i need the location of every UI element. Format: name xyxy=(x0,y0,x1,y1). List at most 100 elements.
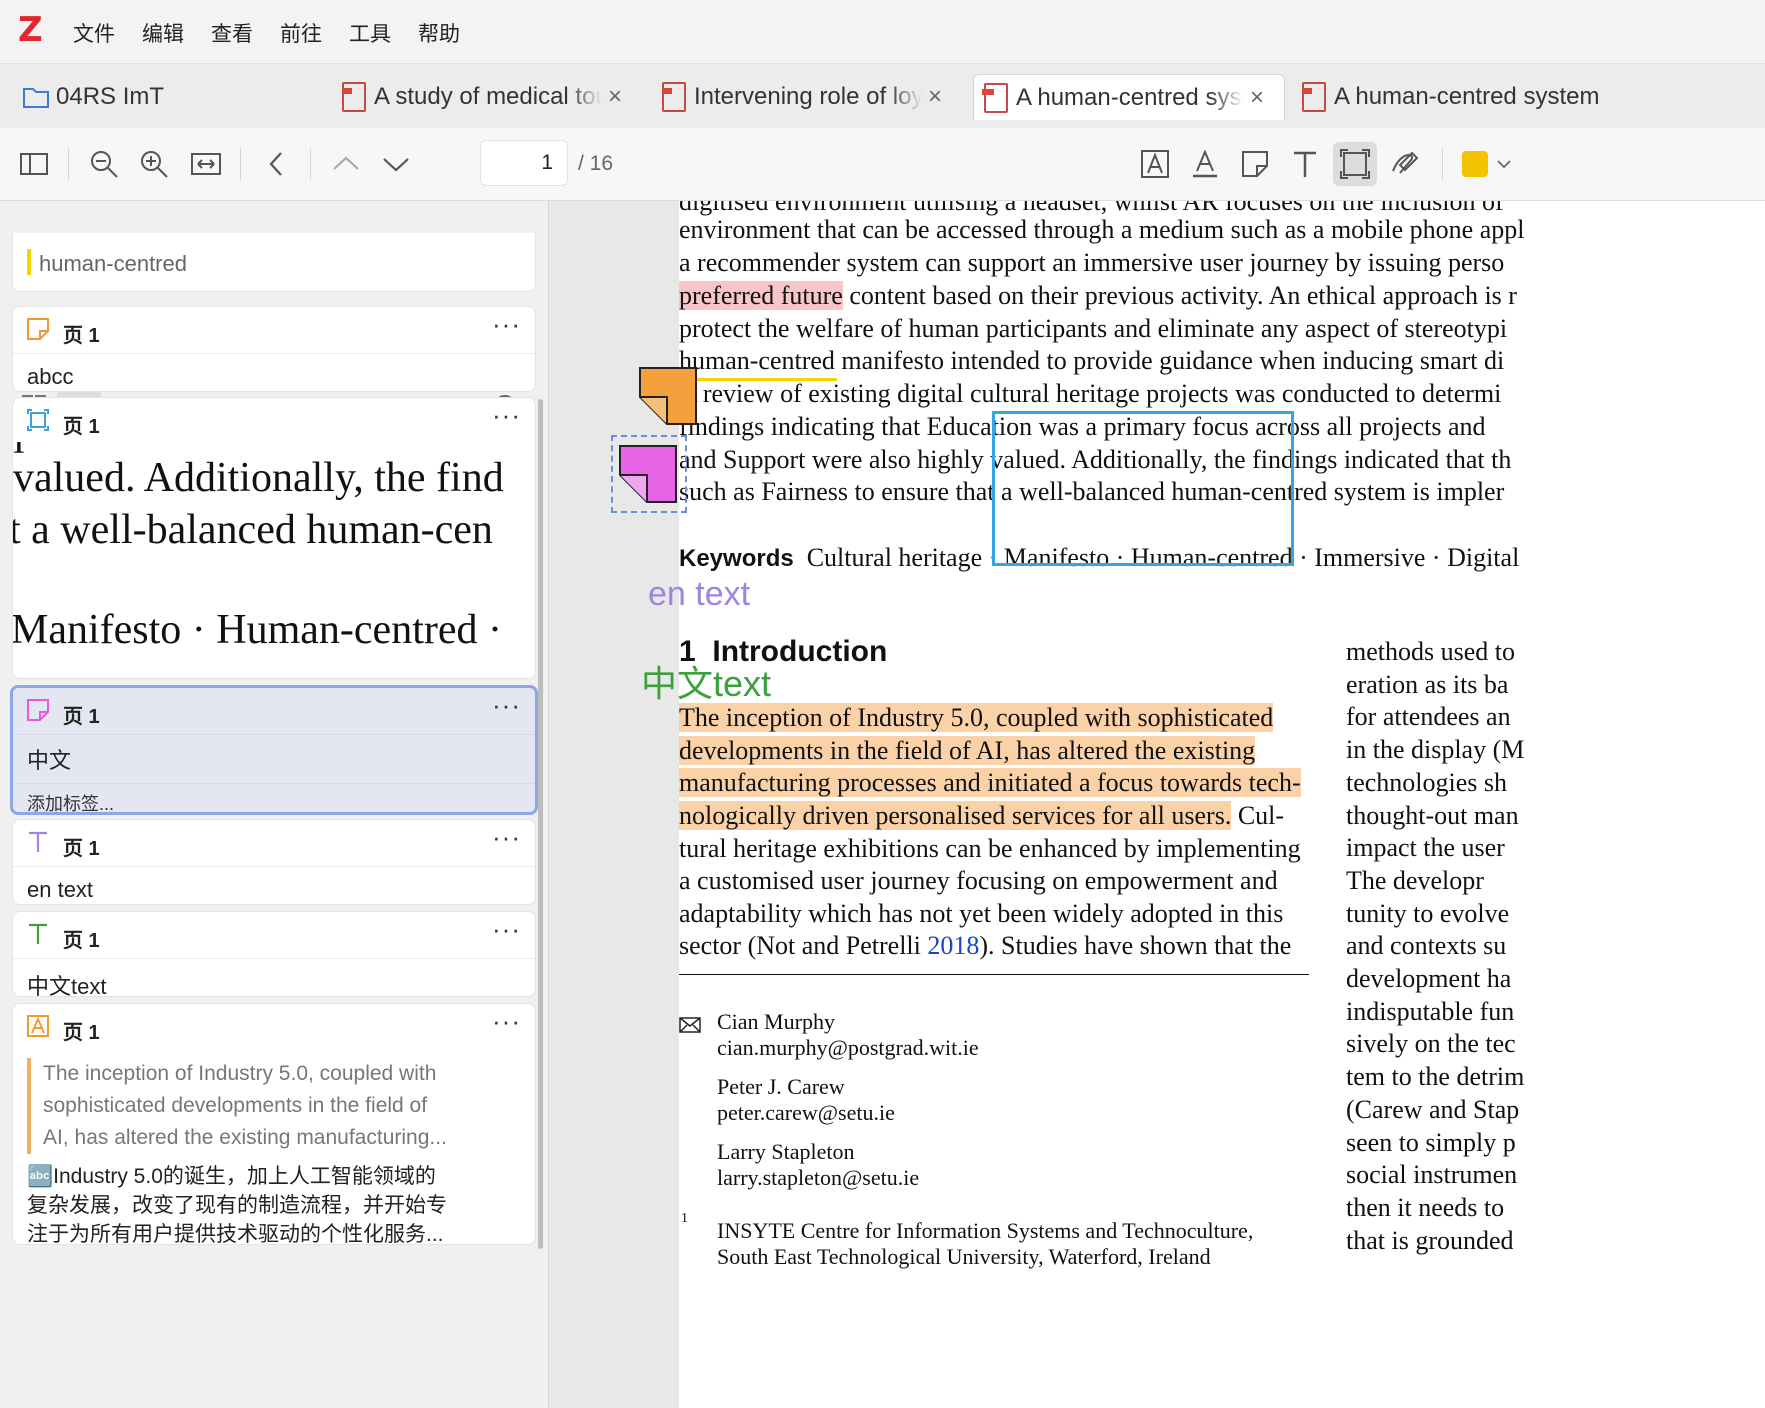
annotation-card[interactable]: 页 1 ··· The inception of Industry 5.0, c… xyxy=(12,1003,536,1245)
highlight-orange[interactable]: manufacturing processes and initiated a … xyxy=(679,768,1301,797)
more-options-button[interactable]: ··· xyxy=(492,822,521,853)
zoom-in-button[interactable] xyxy=(132,142,176,186)
next-page-button[interactable] xyxy=(374,142,418,186)
text-annotation-zh[interactable]: 中文text xyxy=(641,655,771,707)
highlight-orange[interactable]: developments in the field of AI, has alt… xyxy=(679,736,1256,765)
translation-comment[interactable]: 🔤Industry 5.0的诞生，加上人工智能领域的 复杂发展，改变了现有的制造… xyxy=(27,1162,521,1244)
ink-pen-icon xyxy=(1392,151,1419,174)
tab-doc-title: Intervening role of loyalty xyxy=(694,83,922,110)
text-span: Cul- xyxy=(1231,801,1285,830)
menu-help[interactable]: 帮助 xyxy=(418,18,460,48)
zotero-logo: Z xyxy=(18,10,43,50)
pdf-page[interactable]: dıgıtısed envıronment utılısıng a headse… xyxy=(679,201,1765,1408)
menu-file[interactable]: 文件 xyxy=(73,18,115,48)
more-options-button[interactable]: ··· xyxy=(492,914,521,945)
more-options-button[interactable]: ··· xyxy=(492,690,521,721)
right-column-line: seen to simply p xyxy=(1346,1127,1516,1157)
pdf-icon xyxy=(342,82,366,112)
author-email[interactable]: cian.murphy@postgrad.wit.ie xyxy=(717,1035,979,1061)
chevron-up-icon xyxy=(333,156,359,170)
more-options-button[interactable]: ··· xyxy=(492,400,521,431)
right-column: methods used to eration as its ba for atte… xyxy=(1346,637,1765,1408)
more-options-button[interactable]: ··· xyxy=(492,309,521,340)
image-area-tool-button[interactable] xyxy=(1333,142,1377,186)
author-email[interactable]: larry.stapleton@setu.ie xyxy=(717,1165,919,1191)
menu-view[interactable]: 查看 xyxy=(211,18,253,48)
tab-doc-3-active[interactable]: A human-centred system × xyxy=(973,74,1285,120)
annotation-page: 页 1 xyxy=(63,416,100,438)
sidebar-scrollbar[interactable] xyxy=(538,399,543,1249)
previous-page-button[interactable] xyxy=(324,142,368,186)
color-picker-button[interactable] xyxy=(1462,148,1522,180)
annotation-card[interactable]: 页 1 ··· 中文text xyxy=(12,911,536,997)
menu-bar: Z 文件 编辑 查看 前往 工具 帮助 xyxy=(0,0,1765,63)
highlight-text-icon xyxy=(27,1015,49,1037)
toolbar-divider xyxy=(310,148,311,180)
annotation-comment[interactable]: 中文 xyxy=(13,735,535,784)
right-column-line: for attendees an xyxy=(1346,702,1511,732)
annotation-comment[interactable]: 中文text xyxy=(13,959,535,996)
add-tags-field[interactable]: 添加标签... xyxy=(13,784,535,812)
menu-go[interactable]: 前往 xyxy=(280,18,322,48)
tab-doc-2[interactable]: Intervening role of loyalty × xyxy=(662,74,962,120)
note-tool-button[interactable] xyxy=(1233,142,1277,186)
highlight-orange[interactable]: nologically driven personalised services… xyxy=(679,801,1232,830)
annotation-card-selected[interactable]: 页 1 ··· 中文 添加标签... xyxy=(10,685,538,815)
tab-doc-title: A study of medical tourism xyxy=(374,83,602,110)
annotation-page: 页 1 xyxy=(63,706,100,728)
image-area-icon xyxy=(27,409,49,431)
back-button[interactable] xyxy=(254,142,298,186)
page-text-line: preferred future content based on their … xyxy=(679,281,1517,311)
right-column-line: The developr xyxy=(1346,865,1484,895)
right-column-line: and contexts su xyxy=(1346,931,1507,961)
close-icon[interactable]: × xyxy=(1250,84,1264,112)
annotation-text: human-centred xyxy=(39,251,187,276)
highlight-orange[interactable]: The inception of Industry 5.0, coupled w… xyxy=(679,703,1274,732)
text-annotation-en[interactable]: en text xyxy=(648,575,750,614)
close-icon[interactable]: × xyxy=(608,83,622,111)
right-column-line: social instrumen xyxy=(1346,1160,1518,1190)
zoom-out-button[interactable] xyxy=(82,142,126,186)
underline-tool-button[interactable] xyxy=(1183,142,1227,186)
highlight-quote[interactable]: The inception of Industry 5.0, coupled w… xyxy=(27,1058,521,1154)
page-text-line: tural heritage exhibitions can be enhanc… xyxy=(679,834,1301,863)
tab-doc-title: A human-centred system xyxy=(1016,83,1244,111)
toolbar-divider xyxy=(240,148,241,180)
annotation-card-partial[interactable]: human-centred xyxy=(12,233,536,292)
fit-width-button[interactable] xyxy=(184,142,228,186)
highlight-red[interactable]: preferred future xyxy=(679,281,843,310)
tab-doc-4[interactable]: A human-centred system xyxy=(1302,74,1765,120)
menu-tools[interactable]: 工具 xyxy=(349,18,391,48)
citation-link[interactable]: 2018 xyxy=(927,931,979,960)
annotation-comment[interactable]: en text xyxy=(13,867,535,904)
fit-width-icon xyxy=(191,153,221,175)
annotation-card[interactable]: 页 1 ··· i · · · · · · · · · · · · · valu… xyxy=(12,397,536,679)
more-options-button[interactable]: ··· xyxy=(492,1006,521,1037)
note-marker-orange[interactable] xyxy=(639,367,697,425)
note-marker-pink[interactable] xyxy=(619,445,677,503)
toolbar-divider xyxy=(68,148,69,180)
envelope-icon xyxy=(679,1017,701,1033)
keywords-label: Keywords xyxy=(679,545,794,572)
author-email[interactable]: peter.carew@setu.ie xyxy=(717,1100,895,1126)
annotation-page: 页 1 xyxy=(63,1022,100,1044)
page-number-input[interactable]: 1 xyxy=(480,140,568,186)
highlight-tool-button[interactable] xyxy=(1133,142,1177,186)
tab-library[interactable]: 04RS ImT xyxy=(22,74,222,120)
text-span: sector (Not and Petrelli xyxy=(679,931,928,960)
page-text-line: a recommender system can support an imme… xyxy=(679,248,1505,277)
toggle-sidebar-button[interactable] xyxy=(12,142,56,186)
pdf-viewer[interactable]: dıgıtısed envıronment utılısıng a headse… xyxy=(549,201,1765,1408)
text-tool-button[interactable] xyxy=(1283,142,1327,186)
annotation-comment[interactable]: abcc xyxy=(13,354,535,391)
image-area-annotation[interactable] xyxy=(992,411,1294,566)
menu-edit[interactable]: 编辑 xyxy=(142,18,184,48)
close-icon[interactable]: × xyxy=(928,83,942,111)
pdf-icon xyxy=(982,82,1008,113)
annotation-card[interactable]: 页 1 ··· en text xyxy=(12,819,536,905)
ink-tool-button[interactable] xyxy=(1383,142,1427,186)
text-icon xyxy=(1294,151,1316,177)
tab-doc-1[interactable]: A study of medical tourism × xyxy=(342,74,642,120)
annotation-card[interactable]: 页 1 ··· abcc xyxy=(12,306,536,392)
sidebar-icon xyxy=(20,153,48,175)
